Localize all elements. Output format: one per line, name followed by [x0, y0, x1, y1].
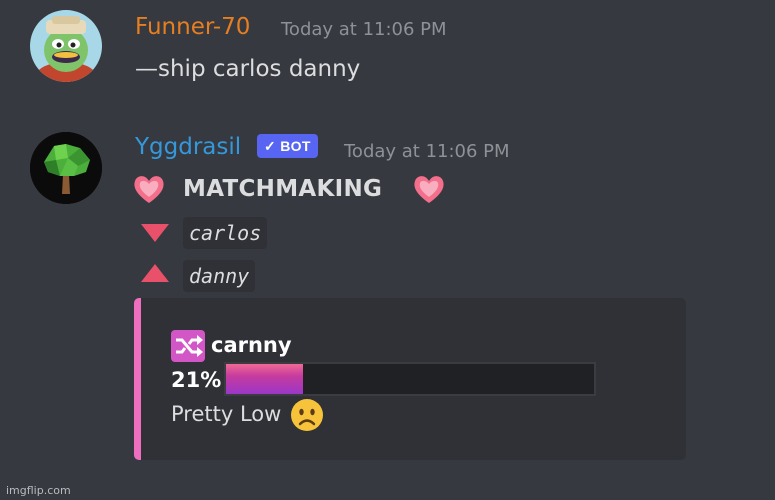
- match-progress-fill: [226, 364, 304, 394]
- rating-text: Pretty Low: [171, 402, 282, 426]
- name-code-carlos: carlos: [183, 217, 268, 249]
- avatar-funner[interactable]: [30, 10, 102, 82]
- percent-label: 21%: [171, 368, 222, 392]
- sparkling-heart-icon: [134, 176, 164, 203]
- message-text: —ship carlos danny: [135, 56, 361, 82]
- bot-badge: ✓ BOT: [257, 134, 318, 158]
- avatar-yggdrasil[interactable]: [30, 132, 102, 204]
- match-progress-bar: [224, 362, 596, 396]
- duck-avatar-icon: [30, 10, 102, 82]
- imgflip-watermark: imgflip.com: [6, 484, 71, 497]
- down-triangle-icon: [141, 224, 169, 242]
- sparkling-heart-icon: [414, 176, 444, 203]
- matchmaking-title: MATCHMAKING: [183, 176, 383, 202]
- tree-avatar-icon: [30, 132, 102, 204]
- frowning-face-icon: [291, 399, 323, 431]
- ship-embed: carnny 21% Pretty Low: [134, 298, 686, 460]
- timestamp: Today at 11:06 PM: [344, 141, 510, 162]
- username-yggdrasil[interactable]: Yggdrasil: [135, 134, 241, 160]
- timestamp: Today at 11:06 PM: [281, 19, 447, 40]
- shuffle-icon: [171, 330, 205, 362]
- name-code-danny: danny: [183, 260, 256, 292]
- username-funner[interactable]: Funner-70: [135, 14, 250, 40]
- embed-title: carnny: [211, 333, 292, 357]
- up-triangle-icon: [141, 264, 169, 282]
